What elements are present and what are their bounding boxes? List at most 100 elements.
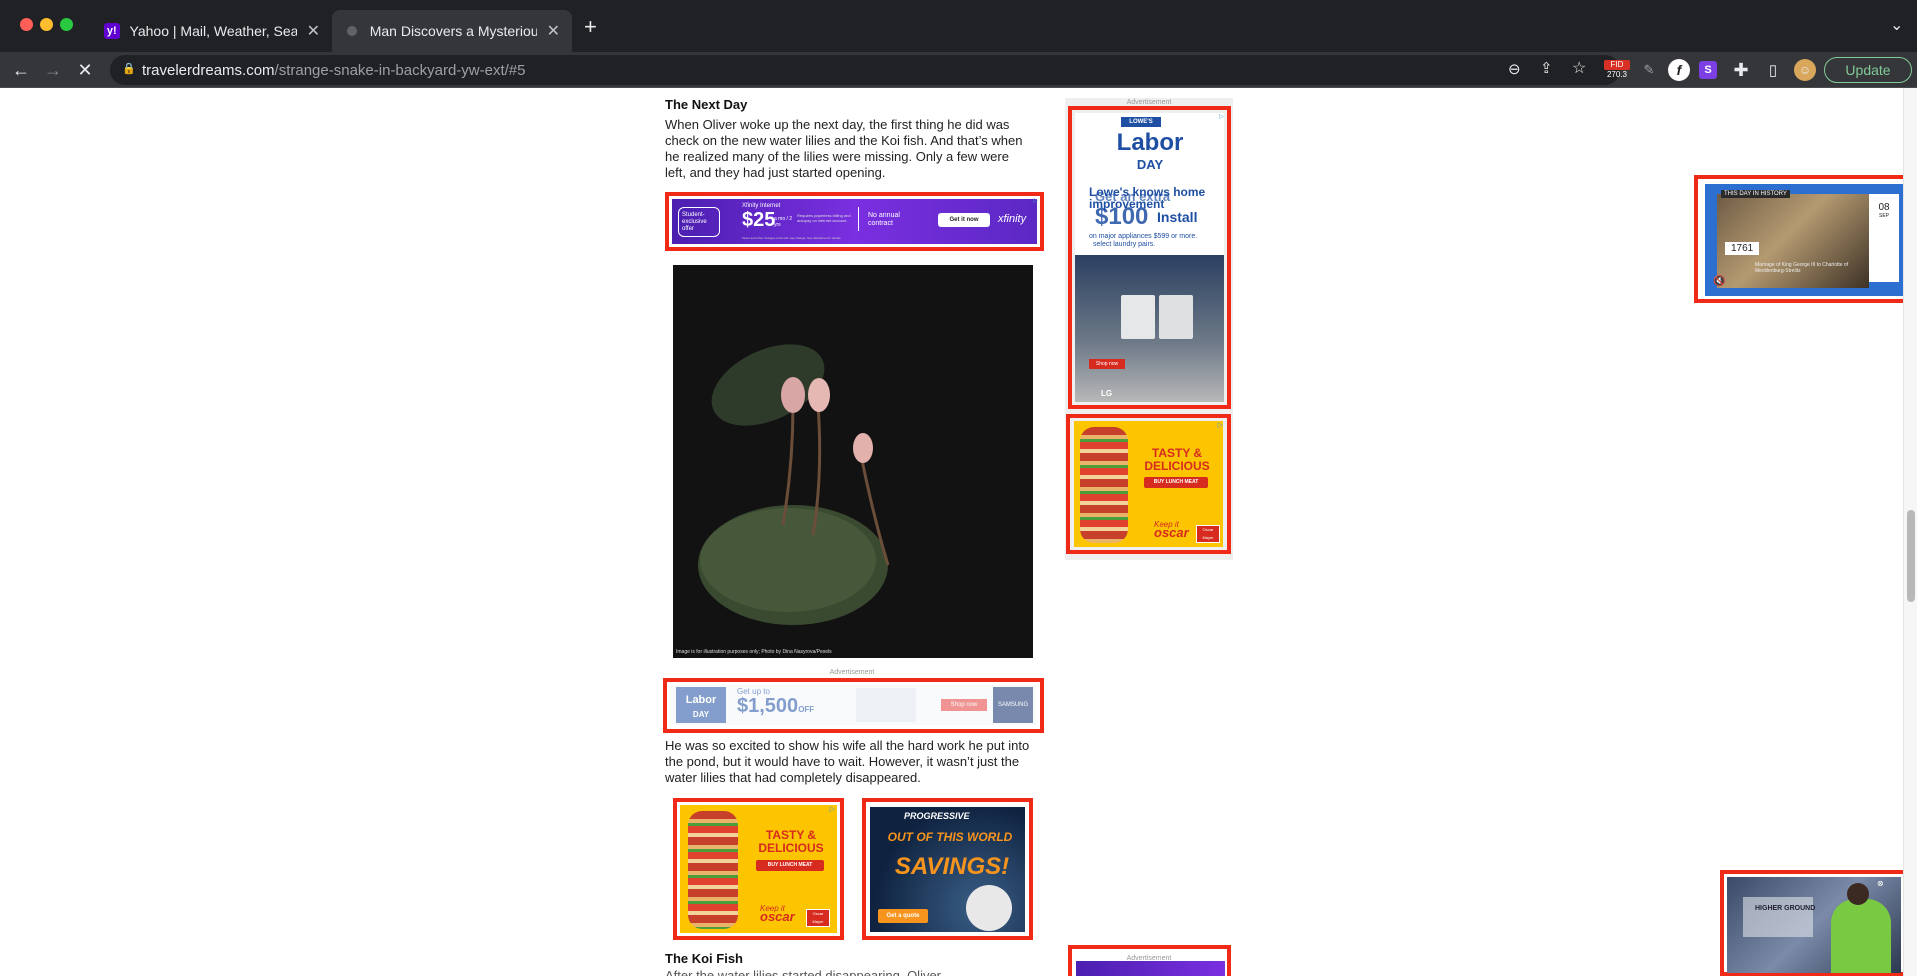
image-caption: Image is for illustration purposes only;…	[676, 649, 832, 655]
ad-oscar-mayer-sidebar[interactable]: TASTY & DELICIOUS BUY LUNCH MEAT Keep it o…	[1066, 414, 1231, 554]
xfinity-price-value: 25	[753, 209, 776, 231]
history-caption: Marriage of King George III to Charlotte…	[1755, 262, 1849, 274]
lowes-tall-creative[interactable]: LOWE'S Labor DAY Lowe's knows home impro…	[1075, 113, 1224, 402]
lowes-banner-offer: $1,500OFF	[737, 695, 815, 717]
tab-active-article[interactable]: Man Discovers a Mysterious Cr ✕	[332, 10, 572, 52]
progressive-cta[interactable]: Get a quote	[878, 909, 928, 923]
oscar-tagline2: oscar	[760, 909, 795, 924]
update-button[interactable]: Update	[1824, 57, 1912, 83]
progressive-headline2: SAVINGS!	[894, 853, 1010, 880]
lowes-overlap-text-e: Install	[1157, 209, 1198, 225]
advertisement-label: Advertisement	[829, 669, 875, 676]
oscar-headline1: TASTY &	[1151, 446, 1203, 460]
lowes-banner-product-image	[856, 688, 916, 722]
water-lily-illustration	[698, 344, 890, 625]
lowes-banner-headline: Labor	[685, 694, 717, 706]
lowes-sub: on major appliances $599 or more.	[1089, 233, 1198, 240]
oscar-headline2: DELICIOUS	[758, 841, 824, 855]
lowes-banner-cta[interactable]: Shop now	[941, 699, 987, 711]
article-paragraph: When Oliver woke up the next day, the fi…	[665, 117, 1023, 180]
xfinity-price-suffix: a mo / 2 yrs	[774, 216, 793, 228]
zoom-icon[interactable]: ⊖	[1508, 60, 1521, 78]
forward-arrow-icon[interactable]: →	[42, 59, 64, 81]
adchoices-icon[interactable]: ▷	[830, 805, 835, 813]
share-icon[interactable]: ⇪	[1540, 59, 1553, 77]
ad-oscar-mayer-inline[interactable]: TASTY & DELICIOUS BUY LUNCH MEAT Keep it o…	[673, 798, 844, 940]
profile-avatar[interactable]: ☺	[1794, 59, 1816, 81]
side-panel-icon[interactable]: ▯	[1762, 59, 1784, 81]
xfinity-footnote: Taxes and other charges extra and may ch…	[742, 236, 842, 240]
astronaut-image	[966, 885, 1012, 931]
extension-pen-icon[interactable]: ✎	[1638, 59, 1660, 81]
sandwich-image	[1080, 427, 1128, 543]
xfinity-cta-button[interactable]: Get it now	[938, 213, 990, 227]
maximize-window-button[interactable]	[60, 18, 73, 31]
bookmark-star-icon[interactable]: ☆	[1572, 58, 1586, 78]
f-extension-icon[interactable]: f	[1668, 59, 1690, 81]
xfinity-logo: xfinity	[998, 213, 1027, 225]
lowes-banner-offer-suffix: OFF	[798, 705, 815, 714]
sidebar-bottom-creative[interactable]	[1076, 961, 1225, 976]
oscar-tagline: Keep it oscar	[1154, 521, 1189, 540]
progressive-headline1: OUT OF THIS WORLD	[887, 830, 1013, 844]
url-text[interactable]: travelerdreams.com/strange-snake-in-back…	[142, 62, 525, 79]
progressive-ad-creative[interactable]: PROGRESSIVE OUT OF THIS WORLD SAVINGS! G…	[870, 807, 1025, 932]
video-sign-board	[1743, 897, 1813, 937]
oscar-cta[interactable]: BUY LUNCH MEAT	[756, 860, 824, 871]
minimize-window-button[interactable]	[40, 18, 53, 31]
xfinity-ad-creative[interactable]: Student-exclusive offer Xfinity Internet…	[672, 199, 1037, 244]
oscar-sidebar-creative[interactable]: TASTY & DELICIOUS BUY LUNCH MEAT Keep it o…	[1074, 421, 1223, 547]
adchoices-icon[interactable]: ▷	[1219, 113, 1224, 120]
history-date-card: 08 SEP	[1869, 194, 1899, 282]
oscar-ad-creative[interactable]: TASTY & DELICIOUS BUY LUNCH MEAT Keep it o…	[680, 805, 837, 933]
oscar-cta[interactable]: BUY LUNCH MEAT	[1144, 477, 1208, 488]
address-bar[interactable]: 🔒 travelerdreams.com/strange-snake-in-ba…	[110, 55, 1620, 85]
close-window-button[interactable]	[20, 18, 33, 31]
scrollbar-thumb[interactable]	[1907, 510, 1915, 602]
extensions-puzzle-icon[interactable]: ✚	[1730, 59, 1752, 81]
floating-video-player[interactable]: HIGHER GROUND ⊗	[1720, 870, 1908, 976]
ad-lowes-banner[interactable]: Labor DAY Get up to $1,500OFF Shop now SA…	[663, 678, 1044, 733]
ad-xfinity-banner[interactable]: Student-exclusive offer Xfinity Internet…	[665, 192, 1044, 251]
laundry-room-image: Shop now LG	[1075, 255, 1224, 402]
lowes-banner-headline2: DAY	[692, 710, 710, 719]
adchoices-icon[interactable]: ▷	[1218, 421, 1223, 429]
mute-speaker-icon[interactable]: 🔇	[1713, 276, 1725, 287]
floating-video-frame[interactable]: HIGHER GROUND ⊗	[1727, 877, 1901, 973]
stop-loading-icon[interactable]: ✕	[74, 59, 96, 81]
close-video-icon[interactable]: ⊗	[1877, 879, 1884, 888]
lowes-banner-offer-value: 1,500	[748, 695, 799, 717]
close-tab-icon[interactable]: ✕	[307, 21, 320, 41]
ad-lowes-tall[interactable]: LOWE'S Labor DAY Lowe's knows home impro…	[1068, 106, 1231, 409]
lowes-logo: LOWE'S	[1121, 117, 1161, 127]
lock-icon[interactable]: 🔒	[122, 62, 136, 75]
new-tab-button[interactable]: +	[584, 14, 597, 40]
ad-sidebar-bottom[interactable]	[1068, 945, 1231, 976]
history-video-frame[interactable]: THIS DAY IN HISTORY 1761 Marriage of Kin…	[1705, 184, 1905, 296]
fid-value: 270.3	[1606, 70, 1628, 79]
ad-progressive[interactable]: PROGRESSIVE OUT OF THIS WORLD SAVINGS! G…	[862, 798, 1033, 940]
url-domain: travelerdreams.com	[142, 62, 275, 79]
article-paragraph-cut: After the water lilies started disappear…	[665, 968, 952, 976]
oscar-mayer-logo: Oscar Mayer	[1196, 525, 1220, 543]
samsung-logo: SAMSUNG	[993, 687, 1033, 723]
browser-toolbar: ← → ✕ 🔒 travelerdreams.com/strange-snake…	[0, 52, 1917, 88]
lg-logo: LG	[1101, 389, 1113, 398]
lowes-shop-now-button[interactable]: Shop now	[1089, 359, 1125, 369]
s-extension-icon[interactable]: S	[1699, 61, 1717, 79]
water-lily-photo: Image is for illustration purposes only;…	[673, 265, 1033, 658]
history-year: 1761	[1725, 242, 1760, 255]
history-day: 08	[1878, 202, 1890, 213]
back-arrow-icon[interactable]: ←	[10, 59, 32, 81]
person-in-green-image	[1831, 899, 1891, 973]
close-tab-icon[interactable]: ✕	[547, 21, 560, 41]
article-paragraph: He was so excited to show his wife all t…	[665, 738, 1030, 785]
fid-extension-badge[interactable]: FID 270.3	[1604, 57, 1630, 83]
tab-search-chevron-icon[interactable]: ⌄	[1890, 15, 1903, 35]
lowes-banner-creative[interactable]: Labor DAY Get up to $1,500OFF Shop now SA…	[671, 685, 1036, 725]
tab-yahoo[interactable]: y! Yahoo | Mail, Weather, Search, ✕	[92, 10, 332, 52]
fid-label: FID	[1604, 60, 1630, 70]
history-video-player[interactable]: THIS DAY IN HISTORY 1761 Marriage of Kin…	[1694, 175, 1912, 303]
page-scrollbar[interactable]	[1903, 88, 1917, 976]
adchoices-icon[interactable]: ▷	[1033, 197, 1038, 204]
